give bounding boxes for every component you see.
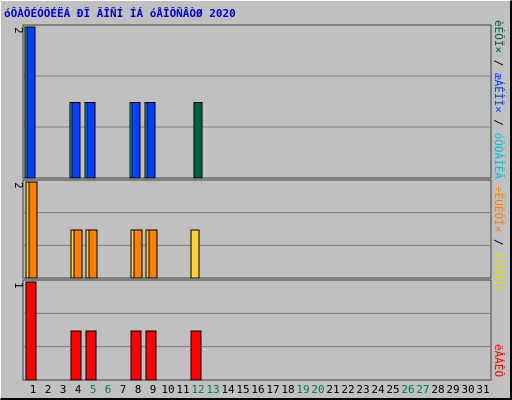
x-tick-label: 11: [176, 383, 189, 396]
bar: [190, 229, 200, 279]
legend-entry: æÁÊÌÏ×: [492, 73, 505, 113]
legend-entry: èÏÓÔÏ×: [492, 252, 505, 292]
x-tick-label: 18: [281, 383, 294, 396]
legend-entry: /: [492, 53, 505, 73]
bar: [70, 330, 82, 381]
bar: [145, 330, 157, 381]
x-tick-label: 6: [105, 383, 112, 396]
legend-panel-2: ÷ÉÚÉÔÏ× / èÏÓÔÏ×: [492, 186, 505, 292]
x-tick-label: 9: [150, 383, 157, 396]
chart-canvas: 2211 2 3 4 5 6 7 8 9 10 11 12 13 14 15 16 17 18 19 20 21 22 23…: [12, 24, 492, 396]
x-tick-label: 20: [311, 383, 324, 396]
x-tick-label: 30: [461, 383, 474, 396]
y-tick-label: 1: [12, 282, 25, 289]
bar: [148, 229, 158, 279]
x-tick-label: 10: [161, 383, 174, 396]
x-tick-label: 26: [401, 383, 414, 396]
y-tick-label: 2: [12, 27, 25, 34]
x-tick-label: 27: [416, 383, 429, 396]
x-tick-label: 29: [446, 383, 459, 396]
bar: [133, 229, 143, 279]
bar: [73, 229, 83, 279]
y-tick-label: 2: [12, 182, 25, 189]
legend-panel-3: ëÂÁÊÔ: [492, 344, 505, 378]
x-tick-label: 3: [60, 383, 67, 396]
x-tick-label: 22: [341, 383, 354, 396]
x-tick-label: 2: [45, 383, 52, 396]
bar: [26, 26, 36, 179]
bar: [85, 330, 97, 381]
x-tick-label: 4: [75, 383, 82, 396]
legend-entry: ëÂÁÊÔ: [492, 344, 505, 378]
legend-entry: èÉÔÏ×: [492, 20, 505, 54]
bar: [71, 102, 81, 179]
x-tick-label: 13: [206, 383, 219, 396]
bar: [193, 102, 203, 179]
bar: [190, 330, 202, 381]
x-tick-label: 14: [221, 383, 235, 396]
x-tick-label: 5: [90, 383, 97, 396]
x-tick-label: 16: [251, 383, 264, 396]
x-tick-label: 17: [266, 383, 279, 396]
x-tick-label: 25: [386, 383, 399, 396]
bar: [28, 181, 38, 279]
bar: [86, 102, 96, 179]
legend-entry: /: [492, 232, 505, 253]
x-tick-label: 21: [326, 383, 339, 396]
legend-panel-1: èÉÔÏ× / æÁÊÌÏ× / óÔÒÁÎÉÃ: [492, 20, 505, 179]
legend-entry: óÔÒÁÎÉÃ: [492, 132, 505, 179]
bar: [88, 229, 98, 279]
x-tick-label: 7: [120, 383, 127, 396]
x-tick-label: 23: [356, 383, 369, 396]
x-tick-label: 24: [371, 383, 385, 396]
x-tick-label: 8: [135, 383, 142, 396]
bar: [146, 102, 156, 179]
bar: [131, 102, 141, 179]
legend-entry: ÷ÉÚÉÔÏ×: [492, 186, 505, 233]
x-tick-label: 19: [296, 383, 309, 396]
x-tick-label: 15: [236, 383, 249, 396]
x-tick-label: 1: [30, 383, 37, 396]
bar: [130, 330, 142, 381]
x-tick-label: 28: [431, 383, 444, 396]
x-tick-label: 31: [476, 383, 489, 396]
legend-entry: /: [492, 112, 505, 133]
bar: [25, 281, 37, 381]
x-tick-label: 12: [191, 383, 204, 396]
